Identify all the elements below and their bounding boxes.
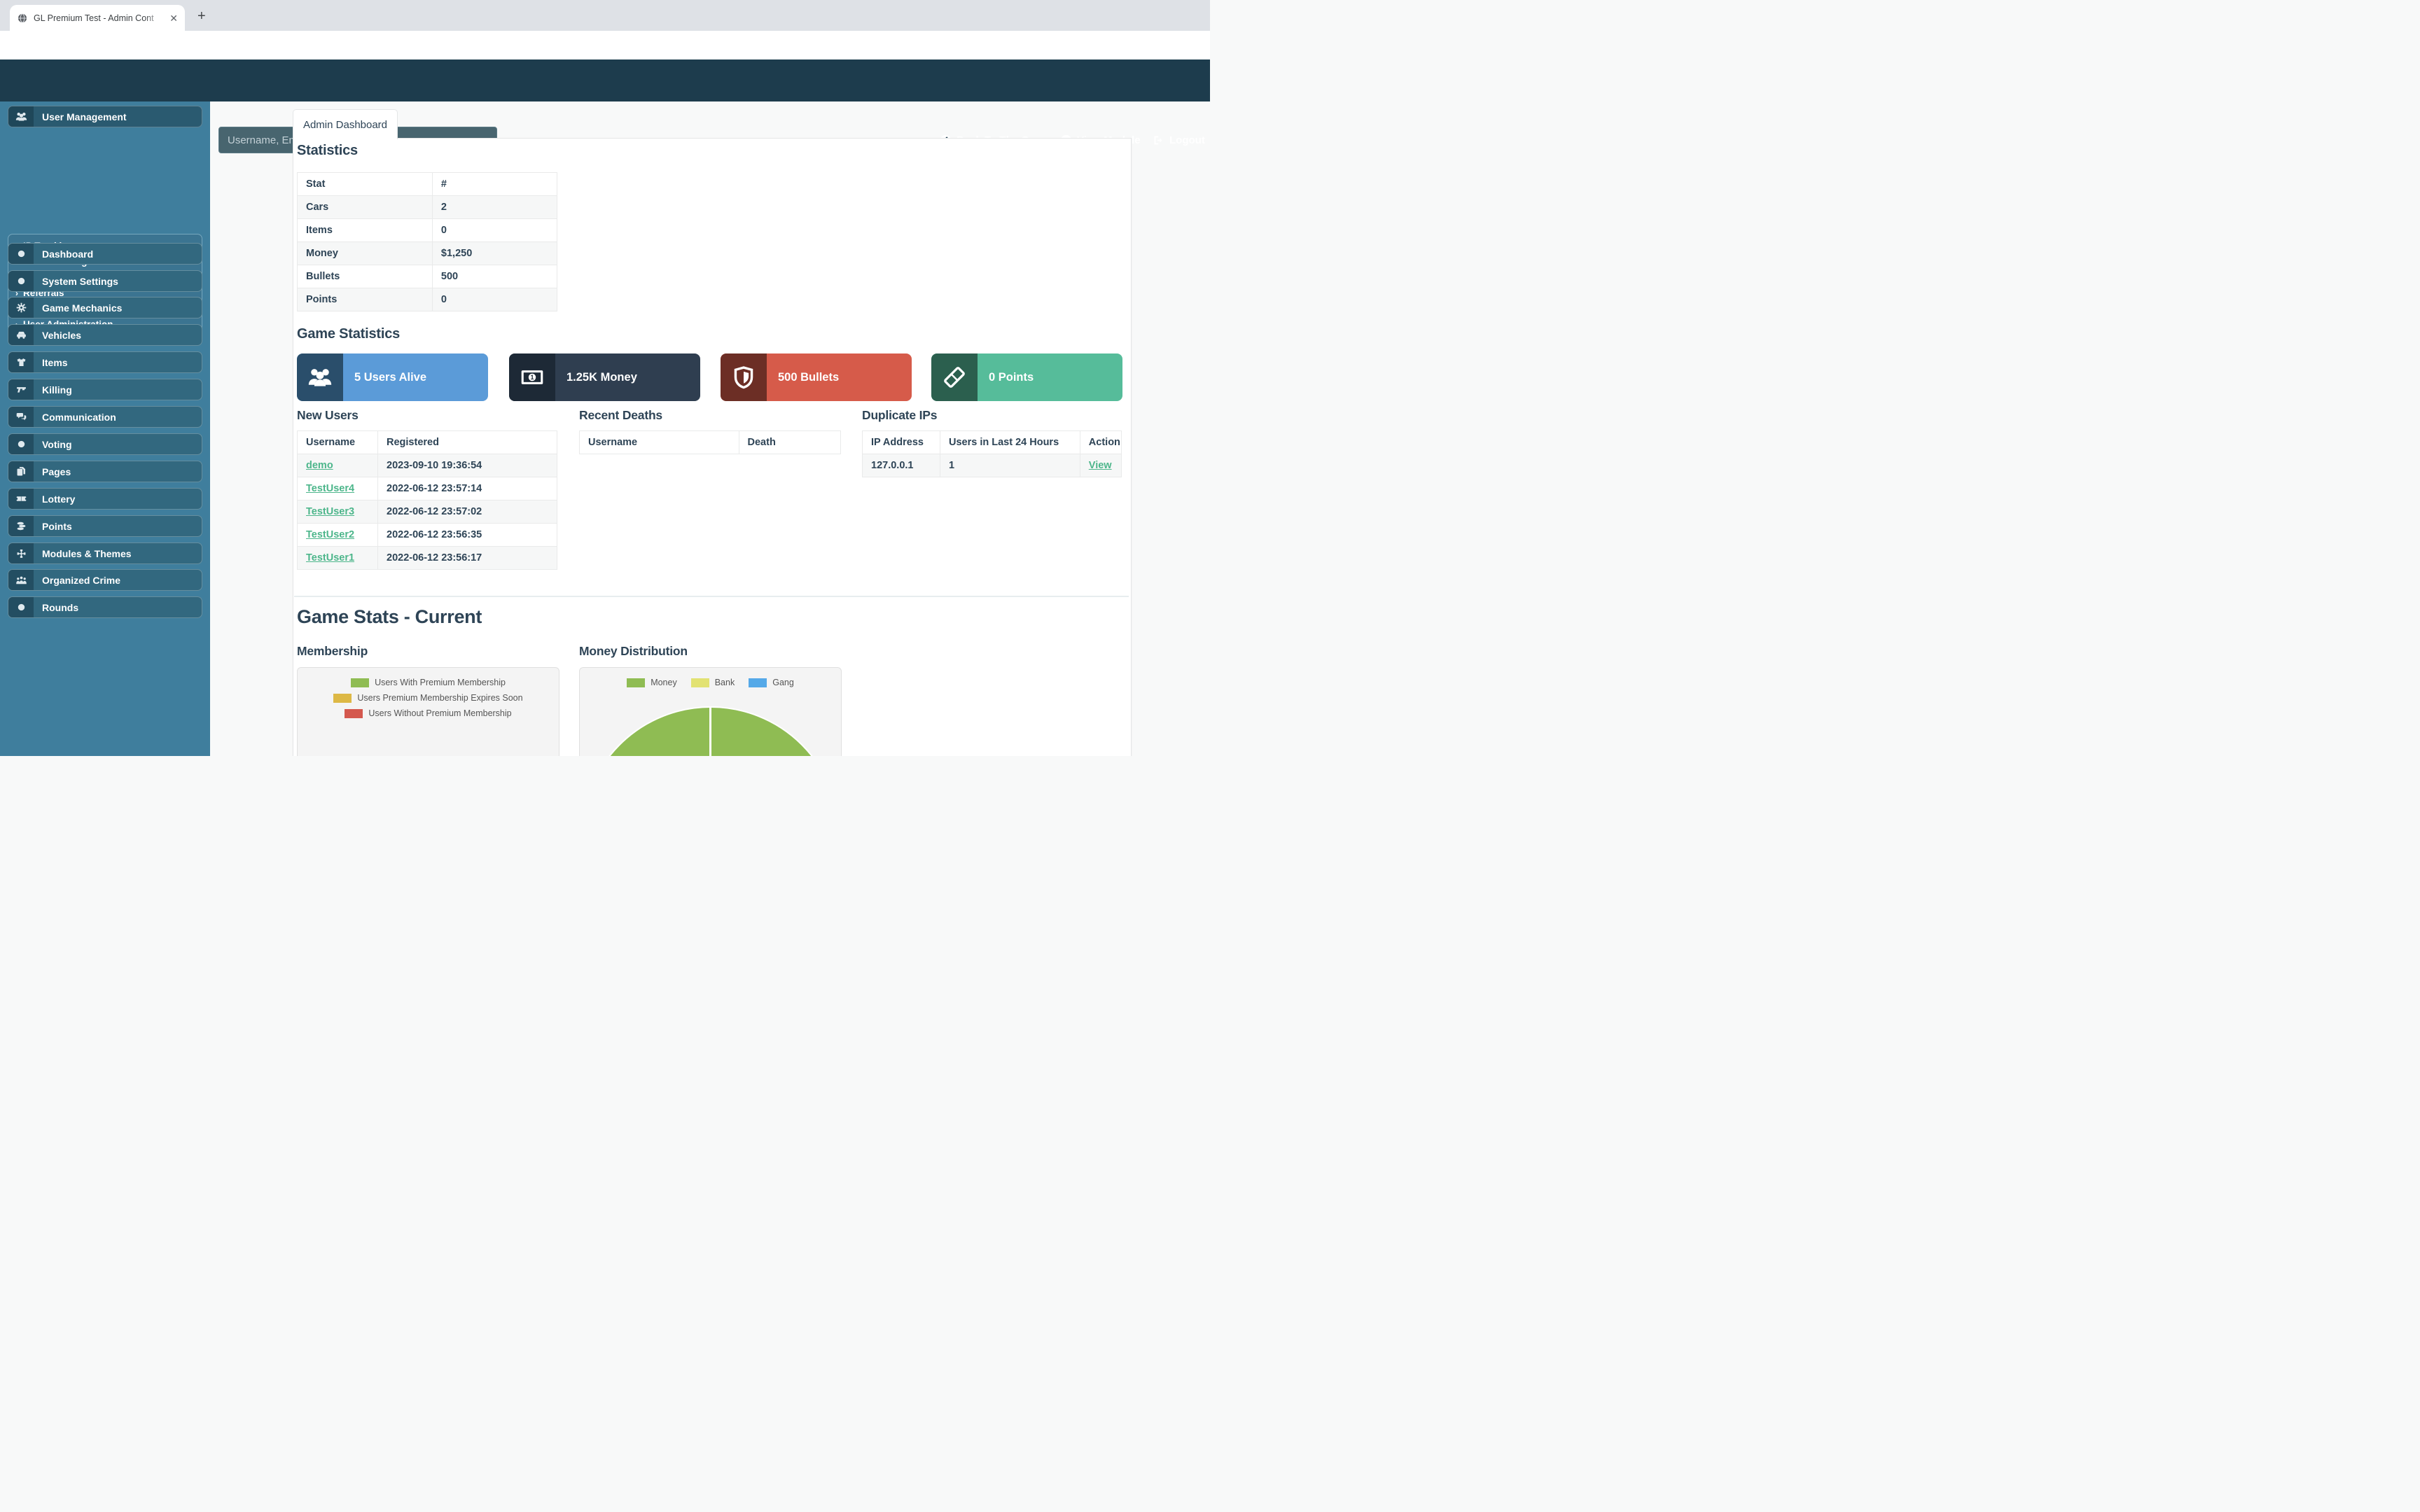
sidebar-item-dashboard[interactable]: Dashboard bbox=[8, 243, 202, 265]
section-divider bbox=[294, 596, 1129, 597]
table-row: Points0 bbox=[298, 288, 557, 312]
user-link[interactable]: TestUser1 bbox=[306, 552, 354, 564]
sidebar-item-lottery[interactable]: Lottery bbox=[8, 488, 202, 510]
table-row: TestUser42022-06-12 23:57:14 bbox=[298, 477, 557, 500]
sidebar-item-system-settings[interactable]: System Settings bbox=[8, 270, 202, 292]
tshirt-icon bbox=[8, 352, 34, 372]
new-users-heading: New Users bbox=[297, 408, 359, 423]
column-header: Stat bbox=[298, 173, 433, 196]
table-row: 127.0.0.1 1 View bbox=[863, 454, 1122, 477]
user-link[interactable]: TestUser3 bbox=[306, 506, 354, 517]
view-ip-link[interactable]: View bbox=[1089, 460, 1112, 471]
shield-icon bbox=[721, 354, 767, 401]
game-statistics-heading: Game Statistics bbox=[297, 326, 400, 342]
ticket-icon bbox=[931, 354, 978, 401]
points-badge: 0 Points bbox=[931, 354, 1122, 401]
sign-out-icon bbox=[1153, 134, 1164, 146]
money-distribution-heading: Money Distribution bbox=[579, 644, 688, 659]
sidebar-item-vehicles[interactable]: Vehicles bbox=[8, 324, 202, 346]
money-bill-icon: 1 bbox=[509, 354, 555, 401]
user-link[interactable]: demo bbox=[306, 460, 333, 471]
browser-toolbar: ← → ⓘ 127.0.0.1/GLScript/release/Gangste… bbox=[0, 31, 1210, 60]
screen: GL Premium Test - Admin Cont ✕ + ← → ⓘ 1… bbox=[0, 0, 1210, 756]
pie-slice-seam bbox=[709, 706, 711, 756]
game-stats-current-heading: Game Stats - Current bbox=[297, 606, 482, 628]
sidebar-item-game-mechanics[interactable]: Game Mechanics bbox=[8, 297, 202, 318]
gun-icon bbox=[8, 379, 34, 400]
table-row: Cars2 bbox=[298, 196, 557, 219]
money-badge: 1 1.25K Money bbox=[509, 354, 700, 401]
new-tab-button[interactable]: + bbox=[197, 8, 206, 24]
circle-icon bbox=[8, 597, 34, 617]
circle-icon bbox=[8, 271, 34, 291]
badge-label: 0 Points bbox=[978, 354, 1122, 401]
legend-item: Users Premium Membership Expires Soon bbox=[298, 693, 559, 703]
ticket-icon bbox=[8, 489, 34, 509]
new-users-table: Username Registered demo2023-09-10 19:36… bbox=[297, 430, 557, 570]
legend-item: Users With Premium Membership bbox=[298, 678, 559, 687]
tab-admin-dashboard[interactable]: Admin Dashboard bbox=[293, 109, 398, 139]
tab-close-icon[interactable]: ✕ bbox=[169, 13, 178, 23]
users-group-icon bbox=[8, 106, 34, 127]
recent-deaths-heading: Recent Deaths bbox=[579, 408, 662, 423]
puzzle-icon bbox=[8, 543, 34, 564]
sidebar-item-modules-themes[interactable]: Modules & Themes bbox=[8, 542, 202, 564]
gear-icon bbox=[8, 298, 34, 318]
pages-copy-icon bbox=[8, 461, 34, 482]
circle-icon bbox=[8, 244, 34, 264]
table-row: Money$1,250 bbox=[298, 242, 557, 265]
legend-item: Users Without Premium Membership bbox=[298, 708, 559, 718]
table-row: demo2023-09-10 19:36:54 bbox=[298, 454, 557, 477]
table-row: Bullets500 bbox=[298, 265, 557, 288]
app-navbar: GL Premium Test - ACP Back To The Game V… bbox=[0, 59, 1210, 102]
user-link[interactable]: TestUser2 bbox=[306, 529, 354, 540]
user-link[interactable]: TestUser4 bbox=[306, 483, 354, 494]
column-header: # bbox=[432, 173, 557, 196]
badge-label: 500 Bullets bbox=[767, 354, 912, 401]
car-icon bbox=[8, 325, 34, 345]
browser-tab-strip: GL Premium Test - Admin Cont ✕ + bbox=[0, 0, 1210, 31]
badge-label: 5 Users Alive bbox=[343, 354, 488, 401]
table-row: TestUser32022-06-12 23:57:02 bbox=[298, 500, 557, 524]
users-group-icon bbox=[297, 354, 343, 401]
sidebar: User Management ›IP Tracking ›Facebook L… bbox=[0, 102, 210, 756]
table-row: Items0 bbox=[298, 219, 557, 242]
bullets-badge: 500 Bullets bbox=[721, 354, 912, 401]
recent-deaths-table: Username Death bbox=[579, 430, 841, 454]
membership-heading: Membership bbox=[297, 644, 368, 659]
sidebar-item-organized-crime[interactable]: Organized Crime bbox=[8, 569, 202, 591]
sidebar-item-items[interactable]: Items bbox=[8, 351, 202, 373]
statistics-heading: Statistics bbox=[297, 143, 358, 159]
circle-icon bbox=[8, 434, 34, 454]
sidebar-item-rounds[interactable]: Rounds bbox=[8, 596, 202, 618]
sidebar-item-communication[interactable]: Communication bbox=[8, 406, 202, 428]
table-row: TestUser12022-06-12 23:56:17 bbox=[298, 547, 557, 570]
browser-tab[interactable]: GL Premium Test - Admin Cont ✕ bbox=[10, 5, 185, 31]
statistics-table: Stat # Cars2 Items0 Money$1,250 Bullets5… bbox=[297, 172, 557, 312]
sidebar-item-user-management[interactable]: User Management bbox=[8, 106, 202, 127]
browser-tab-title: GL Premium Test - Admin Cont bbox=[34, 13, 164, 23]
sidebar-item-pages[interactable]: Pages bbox=[8, 461, 202, 482]
coins-icon bbox=[8, 516, 34, 536]
people-group-icon bbox=[8, 570, 34, 590]
duplicate-ips-heading: Duplicate IPs bbox=[862, 408, 937, 423]
sidebar-item-voting[interactable]: Voting bbox=[8, 433, 202, 455]
sidebar-item-points[interactable]: Points bbox=[8, 515, 202, 537]
table-row: TestUser22022-06-12 23:56:35 bbox=[298, 524, 557, 547]
sidebar-item-killing[interactable]: Killing bbox=[8, 379, 202, 400]
users-alive-badge: 5 Users Alive bbox=[297, 354, 488, 401]
chat-bubbles-icon bbox=[8, 407, 34, 427]
logout-link[interactable]: Logout bbox=[1153, 127, 1205, 153]
money-chart-legend: Money Bank Gang bbox=[580, 678, 841, 687]
globe-favicon-icon bbox=[17, 13, 28, 24]
duplicate-ips-table: IP Address Users in Last 24 Hours Action… bbox=[862, 430, 1122, 477]
membership-chart-panel: Users With Premium Membership Users Prem… bbox=[297, 667, 559, 756]
svg-text:1: 1 bbox=[530, 374, 534, 381]
badge-label: 1.25K Money bbox=[555, 354, 700, 401]
